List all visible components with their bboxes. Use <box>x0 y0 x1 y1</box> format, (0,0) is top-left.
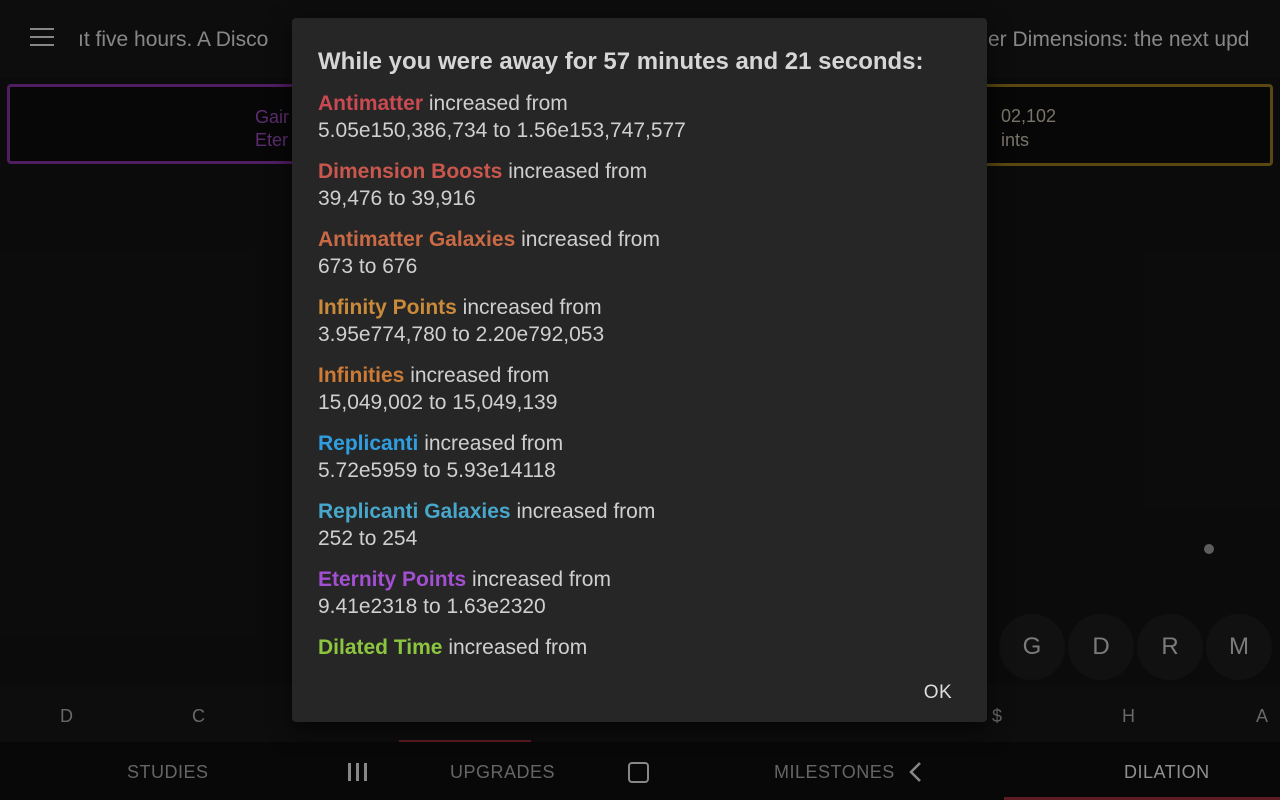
modal-title: While you were away for 57 minutes and 2… <box>318 48 924 75</box>
away-progress-item: Replicanti increased from 5.72e5959 to 5.… <box>318 430 958 498</box>
increase-verb: increased from <box>521 228 660 251</box>
to-value: 676 <box>382 255 418 278</box>
item-line-2: 5.05e150,386,734 to 1.56e153,747,577 <box>318 119 686 142</box>
increase-verb: increased from <box>516 500 656 523</box>
away-progress-list: Antimatter increased from 5.05e150,386,73… <box>318 90 958 662</box>
from-value: 9.41e2318 <box>318 595 418 618</box>
item-line-1: Infinity Points increased from <box>318 294 958 321</box>
from-value: 3.95e774,780 <box>318 323 447 346</box>
item-line-1: Replicanti Galaxies increased from <box>318 498 958 525</box>
increase-verb: increased from <box>462 296 602 319</box>
from-value: 5.72e5959 <box>318 459 418 482</box>
to-value: 39,916 <box>411 187 476 210</box>
resource-name: Dimension Boosts <box>318 160 503 183</box>
resource-name: Antimatter <box>318 92 424 115</box>
resource-name: Infinities <box>318 364 405 387</box>
resource-name: Dilated Time <box>318 636 443 659</box>
away-progress-item: Dimension Boosts increased from 39,476 to… <box>318 158 958 226</box>
item-line-1: Eternity Points increased from <box>318 566 958 593</box>
from-value: 252 <box>318 527 354 550</box>
to-value: 15,049,139 <box>452 391 558 414</box>
item-line-2: 673 to 676 <box>318 255 418 278</box>
from-value: 5.05e150,386,734 <box>318 119 488 142</box>
to-value: 254 <box>382 527 418 550</box>
increase-verb: increased from <box>424 432 564 455</box>
from-value: 673 <box>318 255 354 278</box>
item-line-1: Antimatter Galaxies increased from <box>318 226 958 253</box>
away-progress-item: Antimatter increased from 5.05e150,386,73… <box>318 90 958 158</box>
away-progress-item: Infinities increased from 15,049,002 to 1… <box>318 362 958 430</box>
to-value: 1.63e2320 <box>446 595 546 618</box>
item-line-1: Antimatter increased from <box>318 90 958 117</box>
item-line-2: 15,049,002 to 15,049,139 <box>318 391 558 414</box>
resource-name: Replicanti Galaxies <box>318 500 511 523</box>
resource-name: Replicanti <box>318 432 419 455</box>
resource-name: Infinity Points <box>318 296 457 319</box>
item-line-1: Infinities increased from <box>318 362 958 389</box>
to-value: 2.20e792,053 <box>475 323 605 346</box>
item-line-2: 39,476 to 39,916 <box>318 187 476 210</box>
increase-verb: increased from <box>428 92 568 115</box>
item-line-1: Dimension Boosts increased from <box>318 158 958 185</box>
item-line-1: Dilated Time increased from <box>318 634 958 661</box>
item-line-2: 5.72e5959 to 5.93e14118 <box>318 459 556 482</box>
increase-verb: increased from <box>410 364 550 387</box>
away-progress-item: Dilated Time increased from <box>318 634 958 662</box>
increase-verb: increased from <box>508 160 648 183</box>
away-progress-item: Replicanti Galaxies increased from 252 to… <box>318 498 958 566</box>
ok-button[interactable]: OK <box>914 682 962 708</box>
away-progress-modal: While you were away for 57 minutes and 2… <box>292 18 987 722</box>
away-progress-item: Antimatter Galaxies increased from 673 to… <box>318 226 958 294</box>
item-line-2: 252 to 254 <box>318 527 418 550</box>
away-progress-item: Infinity Points increased from 3.95e774,7… <box>318 294 958 362</box>
increase-verb: increased from <box>472 568 611 591</box>
to-value: 5.93e14118 <box>446 459 556 482</box>
item-line-2: 3.95e774,780 to 2.20e792,053 <box>318 323 605 346</box>
app-root: ıt five hours. A Disco er Dimensions: th… <box>0 0 1280 800</box>
from-value: 39,476 <box>318 187 383 210</box>
increase-verb: increased from <box>448 636 588 659</box>
resource-name: Eternity Points <box>318 568 467 591</box>
item-line-2: 9.41e2318 to 1.63e2320 <box>318 595 546 618</box>
from-value: 15,049,002 <box>318 391 424 414</box>
resource-name: Antimatter Galaxies <box>318 228 516 251</box>
to-value: 1.56e153,747,577 <box>516 119 686 142</box>
away-progress-item: Eternity Points increased from 9.41e2318 … <box>318 566 958 634</box>
item-line-1: Replicanti increased from <box>318 430 958 457</box>
